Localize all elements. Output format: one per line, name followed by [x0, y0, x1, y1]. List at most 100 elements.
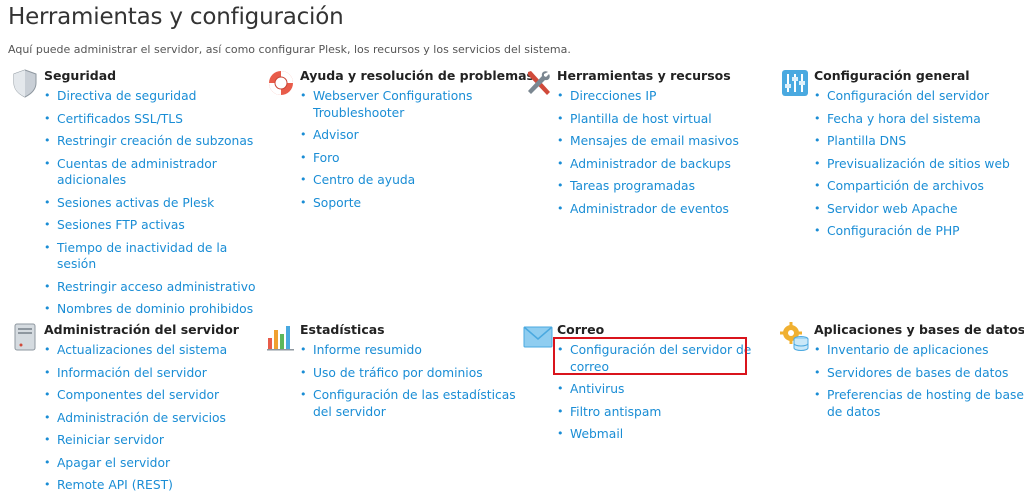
link-actualizaciones[interactable]: Actualizaciones del sistema: [57, 343, 227, 357]
link-dominios-prohibidos[interactable]: Nombres de dominio prohibidos: [57, 302, 253, 316]
section-title: Administración del servidor: [44, 322, 239, 337]
link-config-estadisticas[interactable]: Configuración de las estadísticas del se…: [313, 388, 516, 419]
link-tiempo-inactividad[interactable]: Tiempo de inactividad de la sesión: [57, 241, 227, 272]
link-servidores-bd[interactable]: Servidores de bases de datos: [827, 366, 1008, 380]
link-mensajes-masivos[interactable]: Mensajes de email masivos: [570, 134, 739, 148]
link-apagar[interactable]: Apagar el servidor: [57, 456, 170, 470]
gear-database-icon: [780, 322, 810, 352]
link-admin-backups[interactable]: Administrador de backups: [570, 157, 731, 171]
link-list: Inventario de aplicaciones Servidores de…: [814, 342, 1024, 426]
link-sesiones-plesk[interactable]: Sesiones activas de Plesk: [57, 196, 214, 210]
link-restringir-subzonas[interactable]: Restringir creación de subzonas: [57, 134, 253, 148]
link-sesiones-ftp[interactable]: Sesiones FTP activas: [57, 218, 185, 232]
link-info-servidor[interactable]: Información del servidor: [57, 366, 207, 380]
link-advisor[interactable]: Advisor: [313, 128, 359, 142]
link-remote-api[interactable]: Remote API (REST): [57, 478, 173, 492]
link-webmail[interactable]: Webmail: [570, 427, 623, 441]
link-informe-resumido[interactable]: Informe resumido: [313, 343, 422, 357]
link-fecha-hora[interactable]: Fecha y hora del sistema: [827, 112, 981, 126]
section-title: Aplicaciones y bases de datos: [814, 322, 1024, 337]
list-item: Administración de servicios: [44, 410, 264, 427]
link-admin-eventos[interactable]: Administrador de eventos: [570, 202, 729, 216]
link-tareas-programadas[interactable]: Tareas programadas: [570, 179, 695, 193]
link-list: Actualizaciones del sistema Información …: [44, 342, 264, 500]
link-foro[interactable]: Foro: [313, 151, 339, 165]
link-uso-trafico[interactable]: Uso de tráfico por dominios: [313, 366, 483, 380]
page-subtitle: Aquí puede administrar el servidor, así …: [8, 43, 571, 56]
envelope-icon: [523, 322, 553, 352]
link-admin-servicios[interactable]: Administración de servicios: [57, 411, 226, 425]
link-soporte[interactable]: Soporte: [313, 196, 361, 210]
section-title: Correo: [557, 322, 605, 337]
link-componentes[interactable]: Componentes del servidor: [57, 388, 219, 402]
list-item: Plantilla de host virtual: [557, 111, 777, 128]
list-item: Filtro antispam: [557, 404, 777, 421]
link-restringir-acceso[interactable]: Restringir acceso administrativo: [57, 280, 256, 294]
link-antivirus[interactable]: Antivirus: [570, 382, 624, 396]
list-item: Inventario de aplicaciones: [814, 342, 1024, 359]
list-item: Uso de tráfico por dominios: [300, 365, 520, 382]
list-item: Webserver Configurations Troubleshooter: [300, 88, 520, 121]
list-item: Preferencias de hosting de bases de dato…: [814, 387, 1024, 420]
list-item: Cuentas de administrador adicionales: [44, 156, 264, 189]
list-item: Informe resumido: [300, 342, 520, 359]
list-item: Actualizaciones del sistema: [44, 342, 264, 359]
list-item: Restringir creación de subzonas: [44, 133, 264, 150]
shield-icon: [10, 68, 40, 98]
link-reiniciar[interactable]: Reiniciar servidor: [57, 433, 164, 447]
link-config-php[interactable]: Configuración de PHP: [827, 224, 960, 238]
link-list: Directiva de seguridad Certificados SSL/…: [44, 88, 264, 324]
link-list: Configuración del servidor Fecha y hora …: [814, 88, 1024, 246]
list-item: Tareas programadas: [557, 178, 777, 195]
link-centro-ayuda[interactable]: Centro de ayuda: [313, 173, 415, 187]
server-icon: [10, 322, 40, 352]
link-list: Webserver Configurations Troubleshooter …: [300, 88, 520, 217]
list-item: Componentes del servidor: [44, 387, 264, 404]
section-title: Seguridad: [44, 68, 117, 83]
list-item: Mensajes de email masivos: [557, 133, 777, 150]
link-direcciones-ip[interactable]: Direcciones IP: [570, 89, 656, 103]
list-item: Previsualización de sitios web: [814, 156, 1024, 173]
tools-icon: [523, 68, 553, 98]
link-previsualizacion[interactable]: Previsualización de sitios web: [827, 157, 1010, 171]
list-item: Sesiones FTP activas: [44, 217, 264, 234]
link-filtro-antispam[interactable]: Filtro antispam: [570, 405, 661, 419]
link-comparticion-archivos[interactable]: Compartición de archivos: [827, 179, 984, 193]
list-item: Restringir acceso administrativo: [44, 279, 264, 296]
list-item: Foro: [300, 150, 520, 167]
link-plantilla-dns[interactable]: Plantilla DNS: [827, 134, 906, 148]
list-item: Directiva de seguridad: [44, 88, 264, 105]
list-item: Configuración de PHP: [814, 223, 1024, 240]
link-preferencias-bd[interactable]: Preferencias de hosting de bases de dato…: [827, 388, 1024, 419]
list-item: Servidor web Apache: [814, 201, 1024, 218]
list-item: Administrador de eventos: [557, 201, 777, 218]
list-item: Nombres de dominio prohibidos: [44, 301, 264, 318]
link-list: Informe resumido Uso de tráfico por domi…: [300, 342, 520, 426]
link-plantilla-host[interactable]: Plantilla de host virtual: [570, 112, 712, 126]
list-item: Advisor: [300, 127, 520, 144]
list-item: Centro de ayuda: [300, 172, 520, 189]
list-item: Administrador de backups: [557, 156, 777, 173]
list-item: Certificados SSL/TLS: [44, 111, 264, 128]
link-directiva-seguridad[interactable]: Directiva de seguridad: [57, 89, 196, 103]
link-webserver-troubleshooter[interactable]: Webserver Configurations Troubleshooter: [313, 89, 472, 120]
highlight-box: [553, 337, 747, 375]
link-config-servidor[interactable]: Configuración del servidor: [827, 89, 989, 103]
list-item: Fecha y hora del sistema: [814, 111, 1024, 128]
section-title: Estadísticas: [300, 322, 385, 337]
section-title: Herramientas y recursos: [557, 68, 731, 83]
list-item: Tiempo de inactividad de la sesión: [44, 240, 264, 273]
list-item: Remote API (REST): [44, 477, 264, 494]
link-certificados-ssl[interactable]: Certificados SSL/TLS: [57, 112, 183, 126]
list-item: Configuración de las estadísticas del se…: [300, 387, 520, 420]
list-item: Información del servidor: [44, 365, 264, 382]
list-item: Servidores de bases de datos: [814, 365, 1024, 382]
list-item: Apagar el servidor: [44, 455, 264, 472]
page-title: Herramientas y configuración: [8, 4, 344, 30]
link-inventario-apps[interactable]: Inventario de aplicaciones: [827, 343, 989, 357]
sliders-icon: [780, 68, 810, 98]
list-item: Direcciones IP: [557, 88, 777, 105]
link-apache[interactable]: Servidor web Apache: [827, 202, 958, 216]
link-cuentas-admin[interactable]: Cuentas de administrador adicionales: [57, 157, 217, 188]
list-item: Compartición de archivos: [814, 178, 1024, 195]
